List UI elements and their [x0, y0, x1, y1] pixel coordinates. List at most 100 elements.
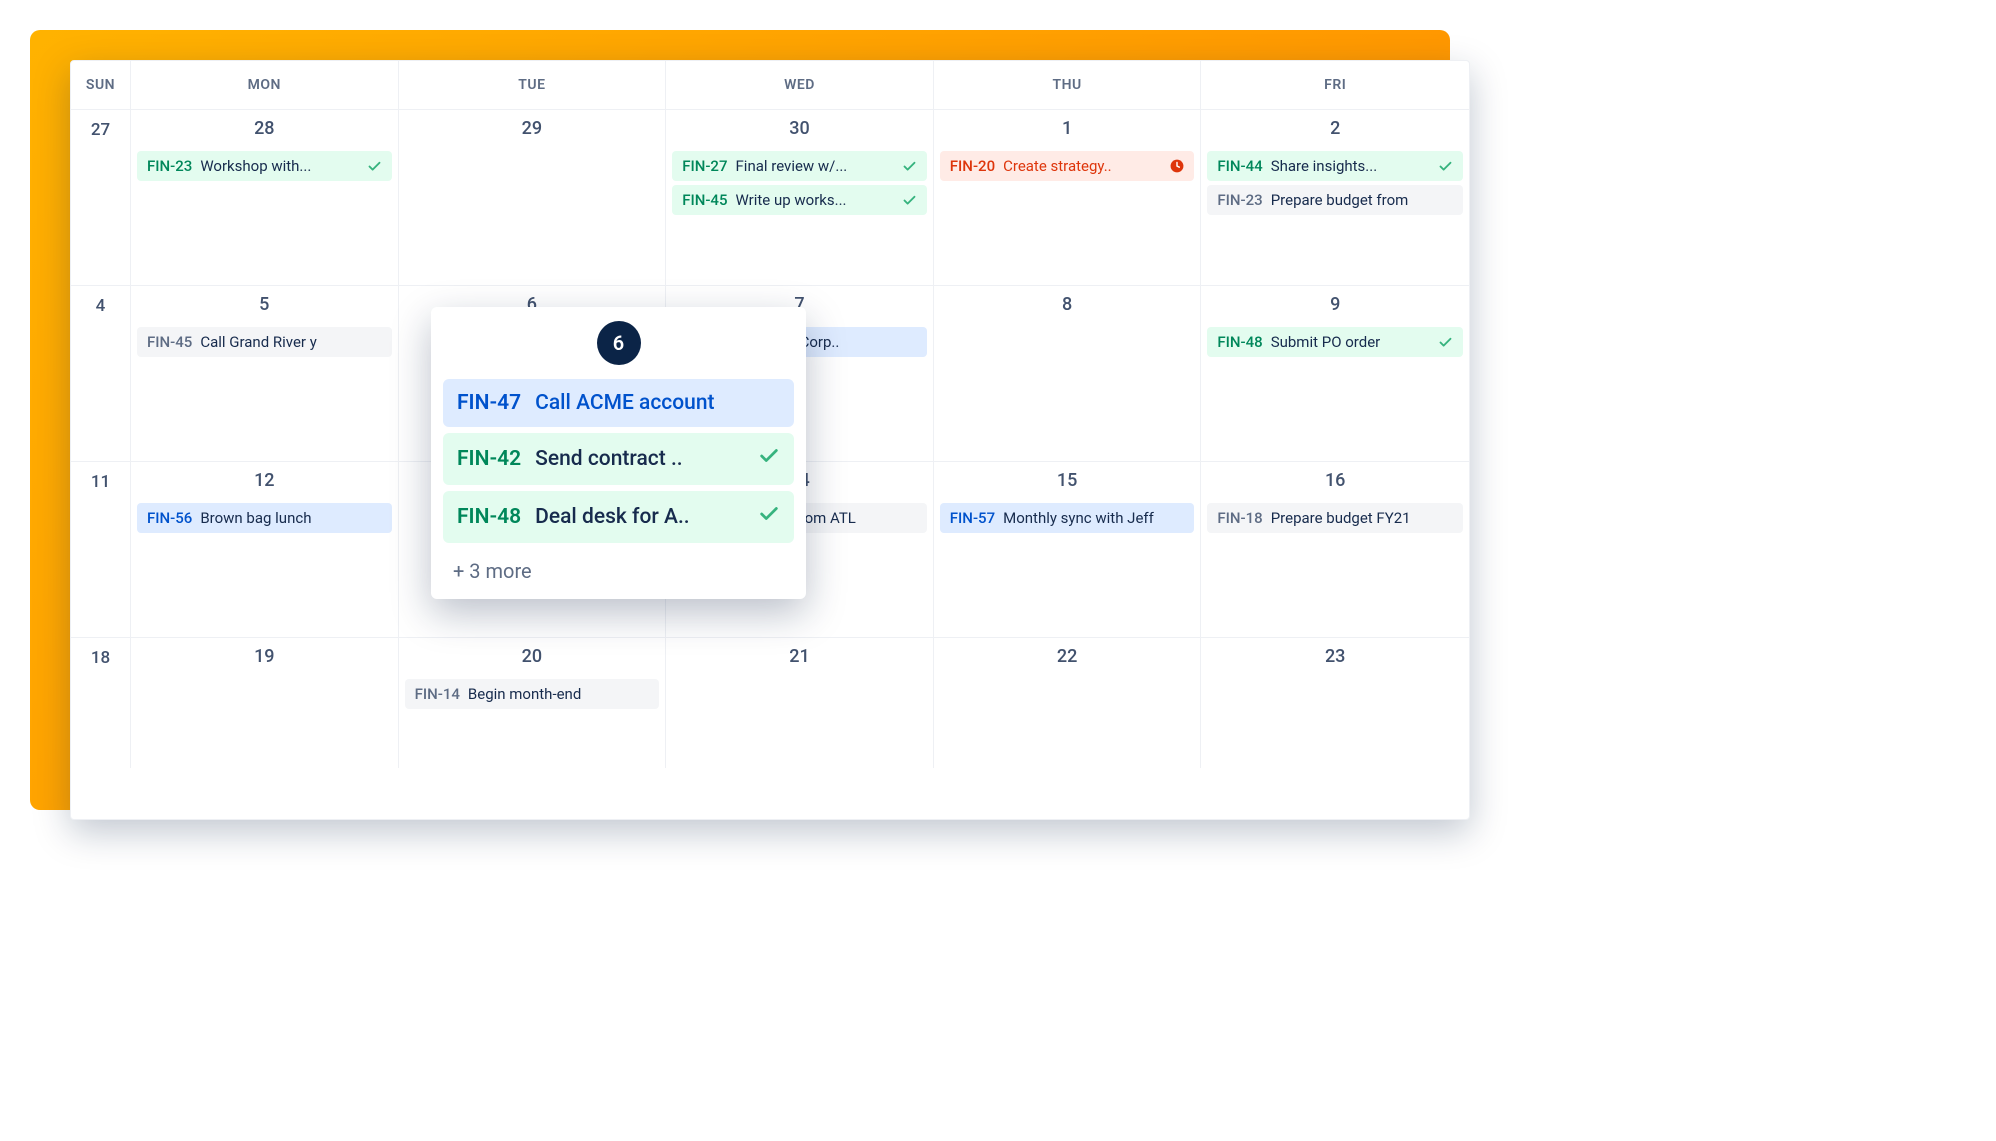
day-cell[interactable]: 22	[934, 638, 1202, 768]
day-cell[interactable]: 9 FIN-48 Submit PO order	[1201, 286, 1469, 461]
day-number: 23	[1207, 646, 1463, 667]
event-title: Final review w/...	[736, 157, 894, 175]
day-cell[interactable]: 20 FIN-14Begin month-end	[399, 638, 667, 768]
calendar-event[interactable]: FIN-48 Submit PO order	[1207, 327, 1463, 357]
event-key: FIN-23	[147, 157, 192, 175]
event-title: Deal desk for A..	[535, 505, 744, 529]
calendar-event[interactable]: FIN-45 Call Grand River y	[137, 327, 392, 357]
app-background-frame: SUN MON TUE WED THU FRI 2728FIN-23Worksh…	[30, 30, 1450, 810]
event-key: FIN-42	[457, 447, 521, 471]
day-cell[interactable]: 15 FIN-57 Monthly sync with Jeff	[934, 462, 1202, 637]
calendar-event[interactable]: FIN-18 Prepare budget FY21	[1207, 503, 1463, 533]
calendar-event[interactable]: FIN-20 Create strategy..	[940, 151, 1195, 181]
event-key: FIN-44	[1217, 157, 1262, 175]
weekday-header: WED	[666, 61, 934, 109]
day-cell[interactable]: 21	[666, 638, 934, 768]
calendar-event[interactable]: FIN-23 Workshop with...	[137, 151, 392, 181]
calendar-event[interactable]: FIN-45 Write up works...	[672, 185, 927, 215]
popover-date-badge: 6	[597, 321, 641, 365]
event-key: FIN-48	[457, 505, 521, 529]
event-title: Submit PO order	[1271, 333, 1430, 351]
event-key: FIN-23	[1217, 191, 1262, 209]
day-number: 29	[405, 118, 660, 139]
check-icon	[1438, 335, 1453, 350]
day-number: 12	[137, 470, 392, 491]
day-number: 8	[940, 294, 1195, 315]
check-icon	[902, 159, 917, 174]
popover-event[interactable]: FIN-47 Call ACME account	[443, 379, 794, 427]
day-cell[interactable]: 16 FIN-18 Prepare budget FY21	[1201, 462, 1469, 637]
calendar-event[interactable]: FIN-23 Prepare budget from	[1207, 185, 1463, 215]
clock-icon	[1170, 159, 1184, 173]
weekday-header: MON	[131, 61, 399, 109]
calendar-card: SUN MON TUE WED THU FRI 2728FIN-23Worksh…	[70, 60, 1470, 820]
day-cell[interactable]: 19	[131, 638, 399, 768]
event-title: Call Grand River y	[200, 333, 381, 351]
popover-event[interactable]: FIN-42 Send contract ..	[443, 433, 794, 485]
weekday-header-row: SUN MON TUE WED THU FRI	[71, 61, 1469, 110]
day-number: 15	[940, 470, 1195, 491]
popover-events-list: FIN-47 Call ACME account FIN-42 Send contra…	[439, 379, 798, 543]
event-key: FIN-27	[682, 157, 727, 175]
day-number: 9	[1207, 294, 1463, 315]
day-cell[interactable]: 12 FIN-56 Brown bag lunch	[131, 462, 399, 637]
event-title: Prepare budget FY21	[1271, 509, 1453, 527]
event-key: FIN-20	[950, 157, 995, 175]
day-number: 20	[405, 646, 660, 667]
calendar-event[interactable]: FIN-56 Brown bag lunch	[137, 503, 392, 533]
check-icon	[902, 193, 917, 208]
event-title: Begin month-end	[468, 685, 649, 703]
check-icon	[367, 159, 382, 174]
event-title: Call ACME account	[535, 391, 780, 415]
day-cell[interactable]: 30 FIN-27 Final review w/... FIN-45 Write up…	[666, 110, 934, 285]
event-title: Send contract ..	[535, 447, 744, 471]
event-title: Brown bag lunch	[200, 509, 381, 527]
check-icon	[758, 503, 780, 531]
event-title: Workshop with...	[200, 157, 358, 175]
day-number: 1	[940, 118, 1195, 139]
event-key: FIN-47	[457, 391, 521, 415]
day-cell[interactable]: 23	[1201, 638, 1469, 768]
sunday-date-cell[interactable]: 27	[71, 110, 131, 285]
check-icon	[1438, 159, 1453, 174]
day-cell[interactable]: 5FIN-45Call Grand River y	[131, 286, 399, 461]
day-number: 2	[1207, 118, 1463, 139]
day-number: 16	[1207, 470, 1463, 491]
calendar-event[interactable]: FIN-57 Monthly sync with Jeff	[940, 503, 1195, 533]
sunday-date-cell[interactable]: 11	[71, 462, 131, 637]
day-cell[interactable]: 28 FIN-23 Workshop with...	[131, 110, 399, 285]
day-cell[interactable]: 1 FIN-20 Create strategy..	[934, 110, 1202, 285]
weekday-header: TUE	[399, 61, 667, 109]
event-key: FIN-56	[147, 509, 192, 527]
week-row: 18 19 20 FIN-14Begin month-end 21 2223	[71, 638, 1469, 768]
sunday-date-cell[interactable]: 4	[71, 286, 131, 461]
day-cell[interactable]: 2 FIN-44 Share insights... FIN-23 Prepare bu…	[1201, 110, 1469, 285]
event-key: FIN-57	[950, 509, 995, 527]
day-cell[interactable]: 8	[934, 286, 1202, 461]
event-title: Share insights...	[1271, 157, 1430, 175]
day-number: 30	[672, 118, 927, 139]
day-cell[interactable]: 29	[399, 110, 667, 285]
event-key: FIN-48	[1217, 333, 1262, 351]
day-events-popover[interactable]: 6 FIN-47 Call ACME account FIN-42 Send cont…	[431, 307, 806, 599]
sunday-date-cell[interactable]: 18	[71, 638, 131, 768]
event-key: FIN-45	[147, 333, 192, 351]
day-number: 28	[137, 118, 392, 139]
popover-event[interactable]: FIN-48 Deal desk for A..	[443, 491, 794, 543]
weekday-header: SUN	[71, 61, 131, 109]
calendar-event[interactable]: FIN-44 Share insights...	[1207, 151, 1463, 181]
calendar-event[interactable]: FIN-14Begin month-end	[405, 679, 660, 709]
calendar-event[interactable]: FIN-27 Final review w/...	[672, 151, 927, 181]
popover-more-link[interactable]: + 3 more	[439, 549, 798, 585]
day-number: 21	[672, 646, 927, 667]
check-icon	[758, 445, 780, 473]
week-row: 27 28 FIN-23 Workshop with... 29 30 FIN-27 Fina…	[71, 110, 1469, 286]
event-key: FIN-45	[682, 191, 727, 209]
event-title: Prepare budget from	[1271, 191, 1453, 209]
event-key: FIN-18	[1217, 509, 1262, 527]
event-title: Create strategy..	[1003, 157, 1162, 175]
weekday-header: FRI	[1201, 61, 1469, 109]
event-title: Monthly sync with Jeff	[1003, 509, 1184, 527]
event-title: Write up works...	[736, 191, 894, 209]
day-number: 19	[137, 646, 392, 667]
